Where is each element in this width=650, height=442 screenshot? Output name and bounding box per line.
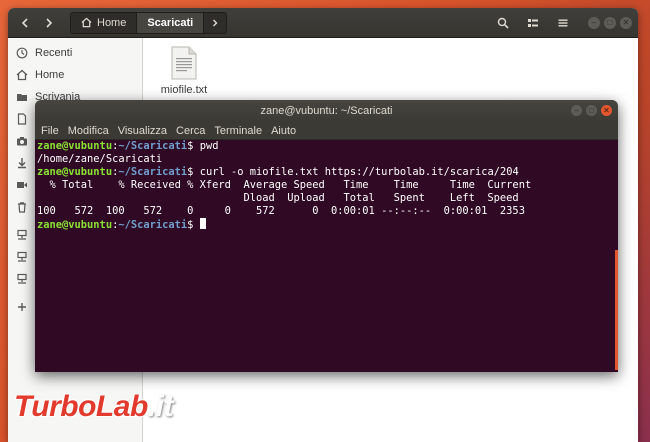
path-bar: Home Scaricati bbox=[70, 11, 228, 34]
prompt-symbol: $ bbox=[187, 219, 200, 231]
terminal-menu-item[interactable]: Terminale bbox=[214, 125, 262, 137]
document-icon bbox=[16, 113, 28, 125]
terminal-menu-item[interactable]: Aiuto bbox=[271, 125, 296, 137]
terminal-output-line: /home/zane/Scaricati bbox=[37, 153, 616, 166]
prompt-symbol: $ bbox=[187, 140, 200, 152]
terminal-scrollbar[interactable] bbox=[615, 250, 618, 370]
watermark-logo: TurboLab.it bbox=[14, 390, 173, 424]
trash-icon bbox=[16, 201, 28, 213]
terminal-output-line: % Total % Received % Xferd Average Speed… bbox=[37, 179, 616, 192]
forward-button[interactable] bbox=[38, 12, 60, 34]
sidebar-item-label: Recenti bbox=[35, 47, 73, 59]
home-icon bbox=[16, 69, 28, 81]
terminal-minimize-button[interactable]: – bbox=[571, 105, 582, 116]
prompt-path: ~/Scaricati bbox=[118, 219, 188, 231]
clock-icon bbox=[16, 47, 28, 59]
close-button[interactable]: ✕ bbox=[620, 16, 632, 29]
terminal-menubar: File Modifica Visualizza Cerca Terminale Aiut… bbox=[35, 122, 618, 140]
terminal-maximize-button[interactable]: □ bbox=[586, 105, 597, 116]
terminal-close-button[interactable]: ✕ bbox=[601, 105, 612, 116]
header-actions: – □ ✕ bbox=[492, 12, 632, 34]
file-manager-headerbar: Home Scaricati – □ ✕ bbox=[8, 8, 638, 38]
maximize-button[interactable]: □ bbox=[604, 16, 616, 29]
download-icon bbox=[16, 157, 28, 169]
path-current-label: Scaricati bbox=[147, 16, 194, 29]
search-button[interactable] bbox=[492, 12, 514, 34]
camera-icon bbox=[16, 135, 28, 147]
network-icon bbox=[16, 273, 28, 285]
folder-icon bbox=[16, 91, 28, 103]
network-icon bbox=[16, 229, 28, 241]
plus-icon bbox=[16, 301, 28, 313]
sidebar-item[interactable]: Home bbox=[8, 64, 142, 86]
home-icon bbox=[81, 17, 92, 28]
hamburger-icon bbox=[558, 19, 568, 26]
network-icon bbox=[16, 251, 28, 263]
watermark-part2: .it bbox=[147, 390, 174, 423]
path-home-label: Home bbox=[97, 16, 127, 29]
view-toggle-button[interactable] bbox=[522, 12, 544, 34]
list-view-icon bbox=[528, 18, 538, 27]
terminal-window: zane@vubuntu: ~/Scaricati – □ ✕ File Modi… bbox=[35, 100, 618, 372]
prompt-symbol: $ bbox=[187, 166, 200, 178]
text-file-icon bbox=[171, 46, 197, 80]
terminal-window-controls: – □ ✕ bbox=[571, 105, 612, 116]
terminal-menu-item[interactable]: Cerca bbox=[176, 125, 205, 137]
terminal-output-line: Dload Upload Total Spent Left Speed bbox=[37, 192, 616, 205]
terminal-command: pwd bbox=[199, 140, 219, 152]
prompt-user: zane@vubuntu bbox=[37, 140, 113, 152]
terminal-prompt-line: zane@vubuntu:~/Scaricati$ curl -o miofil… bbox=[37, 166, 616, 179]
terminal-output-text: % Total % Received % Xferd Average Speed… bbox=[37, 179, 532, 191]
minimize-button[interactable]: – bbox=[588, 16, 600, 29]
path-home-button[interactable]: Home bbox=[71, 13, 136, 33]
terminal-output-text: 100 572 100 572 0 0 572 0 0:00:01 --:--:… bbox=[37, 205, 525, 217]
terminal-command: curl -o miofile.txt https://turbolab.it/… bbox=[199, 166, 519, 178]
terminal-prompt-line: zane@vubuntu:~/Scaricati$ bbox=[37, 218, 616, 232]
prompt-path: ~/Scaricati bbox=[118, 140, 188, 152]
terminal-output[interactable]: zane@vubuntu:~/Scaricati$ pwd/home/zane/… bbox=[35, 140, 618, 372]
search-icon bbox=[497, 17, 509, 29]
terminal-prompt-line: zane@vubuntu:~/Scaricati$ pwd bbox=[37, 140, 616, 153]
terminal-menu-item[interactable]: Modifica bbox=[68, 125, 109, 137]
file-name: miofile.txt bbox=[160, 84, 208, 96]
window-controls: – □ ✕ bbox=[588, 16, 632, 29]
path-current-button[interactable]: Scaricati bbox=[136, 12, 205, 33]
terminal-title: zane@vubuntu: ~/Scaricati bbox=[260, 105, 393, 117]
sidebar-item-label: Home bbox=[35, 69, 65, 81]
watermark-part1: TurboLab bbox=[14, 390, 148, 423]
terminal-output-text: /home/zane/Scaricati bbox=[37, 153, 163, 165]
video-icon bbox=[16, 179, 28, 191]
terminal-output-line: 100 572 100 572 0 0 572 0 0:00:01 --:--:… bbox=[37, 205, 616, 218]
sidebar-item[interactable]: Recenti bbox=[8, 42, 142, 64]
chevron-right-icon bbox=[213, 19, 218, 26]
prompt-user: zane@vubuntu bbox=[37, 166, 113, 178]
path-next-button[interactable] bbox=[204, 12, 226, 34]
prompt-user: zane@vubuntu bbox=[37, 219, 113, 231]
terminal-cursor bbox=[199, 218, 206, 229]
chevron-left-icon bbox=[21, 17, 28, 28]
terminal-menu-item[interactable]: File bbox=[41, 125, 59, 137]
terminal-titlebar[interactable]: zane@vubuntu: ~/Scaricati – □ ✕ bbox=[35, 100, 618, 122]
terminal-menu-item[interactable]: Visualizza bbox=[118, 125, 167, 137]
menu-button[interactable] bbox=[552, 12, 574, 34]
back-button[interactable] bbox=[14, 12, 36, 34]
terminal-output-text: Dload Upload Total Spent Left Speed bbox=[37, 192, 519, 204]
prompt-path: ~/Scaricati bbox=[118, 166, 188, 178]
chevron-right-icon bbox=[46, 17, 53, 28]
file-item[interactable]: miofile.txt bbox=[153, 46, 215, 96]
